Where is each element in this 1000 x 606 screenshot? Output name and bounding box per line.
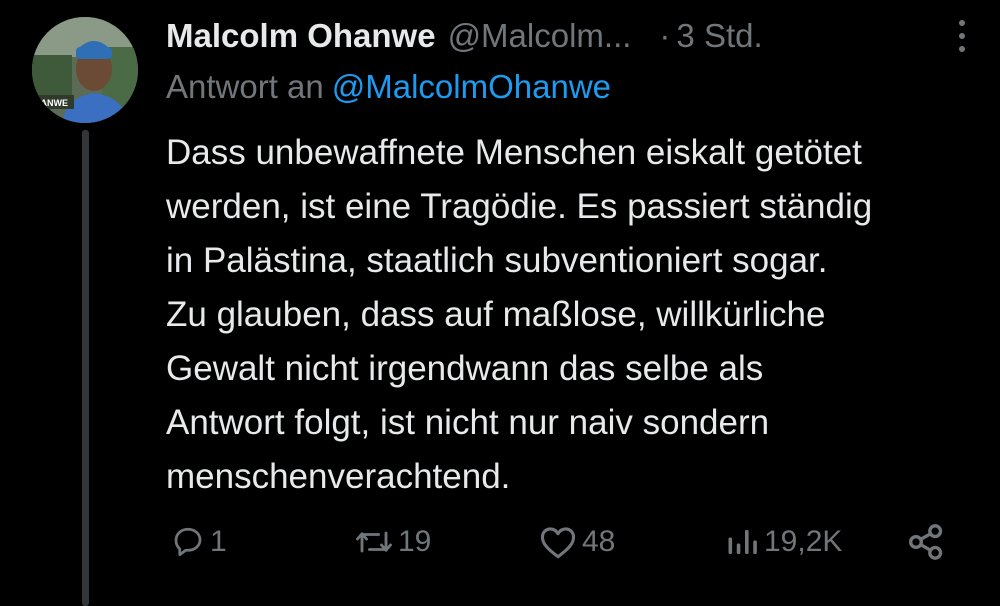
views-icon (728, 530, 757, 554)
tweet-text-line: Zu glauben, dass auf maßlose, willkürlic… (166, 295, 826, 334)
tweet-text: Dass unbewaffnete Menschen eiskalt getöt… (166, 126, 986, 504)
tweet-text-line: in Palästina, staatlich subventioniert s… (166, 241, 828, 280)
reply-count: 1 (210, 525, 227, 558)
reply-icon (174, 527, 202, 557)
more-icon[interactable] (948, 16, 976, 56)
author-name[interactable]: Malcolm Ohanwe (166, 17, 436, 55)
views-count: 19,2K (764, 525, 843, 558)
share-icon (908, 524, 943, 560)
repost-icon (356, 531, 392, 553)
like-button[interactable]: 48 (538, 516, 615, 568)
repost-count: 19 (398, 525, 432, 558)
share-button[interactable] (906, 516, 946, 568)
like-count: 48 (582, 525, 616, 558)
reply-button[interactable]: 1 (170, 516, 227, 568)
tweet-text-line: werden, ist eine Tragödie. Es passiert s… (166, 187, 873, 226)
author-avatar[interactable]: HANWE (32, 17, 138, 123)
avatar-photo: HANWE (32, 17, 138, 123)
separator-dot: · (659, 17, 671, 54)
tweet-text-line: Gewalt nicht irgendwann das selbe als (166, 349, 764, 388)
tweet-text-line: menschenverachtend. (166, 457, 511, 496)
repost-button[interactable]: 19 (354, 516, 431, 568)
tweet-actions: 1 19 48 19,2K (166, 516, 956, 568)
reply-to: Antwort an @MalcolmOhanwe (166, 68, 611, 106)
tweet-text-line: Antwort folgt, ist nicht nur naiv sonder… (166, 403, 770, 442)
reply-to-prefix: Antwort an (166, 68, 324, 105)
tweet-header: Malcolm Ohanwe @Malcolm... · 3 Std. (166, 14, 763, 58)
avatar-caption: HANWE (34, 98, 68, 108)
heart-icon (540, 527, 576, 559)
reply-to-mention[interactable]: @MalcolmOhanwe (332, 68, 611, 105)
tweet-text-line: Dass unbewaffnete Menschen eiskalt getöt… (166, 133, 862, 172)
author-handle[interactable]: @Malcolm... (448, 17, 632, 55)
views-button[interactable]: 19,2K (724, 516, 842, 568)
timestamp[interactable]: 3 Std. (676, 17, 762, 55)
thread-line (82, 130, 89, 606)
